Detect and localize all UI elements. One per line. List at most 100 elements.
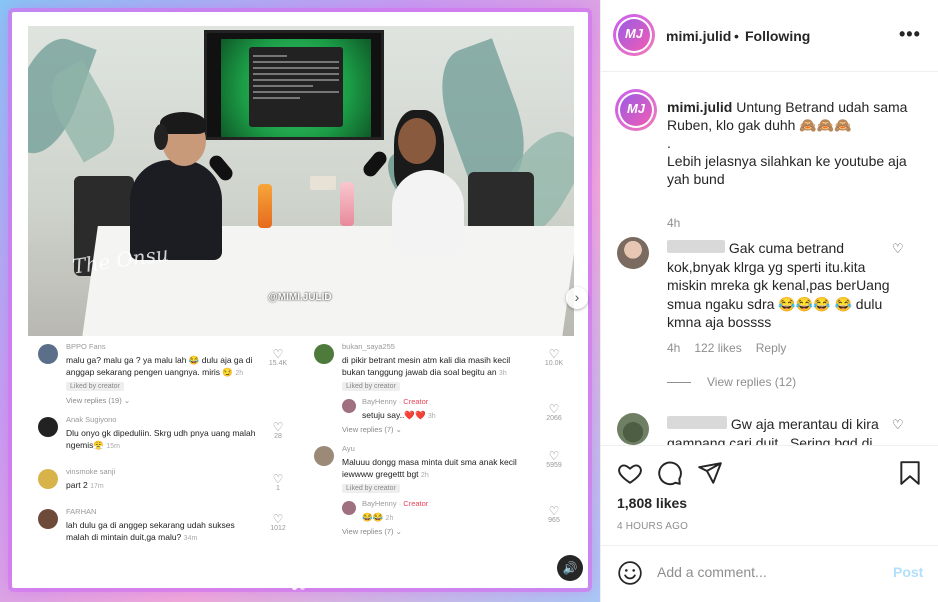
heart-icon: ♡ — [272, 512, 284, 526]
bottle-orange — [258, 184, 272, 228]
comments-screenshot: BPPO Fans malu ga? malu ga ? ya malu lah… — [28, 336, 574, 570]
view-replies: View replies (7) ⌄ — [342, 527, 402, 536]
caption-text: mimi.julid Untung Betrand udah sama Rube… — [667, 99, 908, 187]
comment-like: ♡ 10.0K — [540, 348, 568, 367]
avatar — [38, 469, 58, 489]
tiktok-reply: BayHenny · Creator 😂😂 2h ♡ 965 — [304, 499, 574, 525]
caption-username[interactable]: mimi.julid — [667, 99, 732, 115]
heart-icon: ♡ — [272, 347, 284, 361]
comments-column-right: bukan_saya255 di pikir betrant mesin atm… — [304, 336, 574, 536]
tiktok-comment: Anak Sugiyono Dlu onyo gk dipeduliin. Sk… — [28, 415, 298, 453]
header-separator: • — [734, 28, 739, 44]
tiktok-comment: FARHAN lah dulu ga di anggep sekarang ud… — [28, 507, 298, 545]
header-username[interactable]: mimi.julid — [666, 28, 731, 44]
tiktok-comment: Ayu Maluuu dongg masa minta duit sma ana… — [304, 444, 574, 493]
liked-by-creator-badge: Liked by creator — [342, 484, 400, 493]
heart-icon[interactable]: ♡ — [892, 241, 904, 257]
comment-time[interactable]: 4h — [667, 341, 680, 355]
comment-text: lah dulu ga di anggep sekarang udah suks… — [66, 520, 235, 542]
avatar-logo: MJ — [618, 19, 650, 51]
heart-icon: ♡ — [548, 504, 560, 518]
comment-input[interactable] — [657, 560, 877, 584]
post-header: MJ mimi.julid • Following ••• — [601, 0, 938, 72]
header-avatar[interactable]: MJ — [613, 14, 655, 56]
comment-text: 😂😂 2h — [362, 512, 394, 522]
liked-by-creator-badge: Liked by creator — [342, 382, 400, 391]
avatar — [342, 399, 356, 413]
tissue-box — [310, 176, 336, 190]
comment-author: bukan_saya255 — [342, 342, 395, 351]
comment-like: ♡ 2066 — [540, 403, 568, 422]
view-replies: View replies (19) ⌄ — [66, 396, 131, 405]
chevron-right-icon: › — [574, 289, 580, 305]
comment-text: part 2 17m — [66, 480, 104, 490]
avatar — [314, 344, 334, 364]
avatar[interactable] — [617, 237, 649, 269]
post-media[interactable]: The Onsu @MIMI.JULID BPPO Fans malu ga? … — [0, 0, 600, 602]
heart-icon: ♡ — [272, 472, 284, 486]
comment-author: BPPO Fans — [66, 342, 106, 351]
caption-time[interactable]: 4h — [667, 216, 680, 230]
tiktok-comment: BPPO Fans malu ga? malu ga ? ya malu lah… — [28, 342, 298, 405]
view-replies-button[interactable]: View replies (12) — [667, 375, 796, 389]
comment-author: vinsmoke sanji — [66, 467, 116, 476]
post-time[interactable]: 4 HOURS AGO — [617, 521, 688, 532]
speaker-icon: 🔊 — [562, 561, 578, 575]
view-replies: View replies (7) ⌄ — [342, 425, 402, 434]
blurred-username[interactable]: user — [667, 416, 727, 429]
view-replies-row: View replies (7) ⌄ — [304, 527, 574, 536]
next-slide-button[interactable]: › — [566, 287, 588, 309]
comment-like: ♡ 28 — [264, 421, 292, 440]
comment-text: user Gw aja merantau di kira gampang car… — [667, 416, 879, 445]
add-comment-bar: Post — [601, 545, 938, 602]
emoji-icon[interactable] — [617, 560, 643, 586]
avatar — [38, 509, 58, 529]
comment-bubble-icon[interactable] — [657, 460, 683, 486]
comment-author: FARHAN — [66, 507, 97, 516]
avatar — [38, 417, 58, 437]
comment-like: ♡ 15.4K — [264, 348, 292, 367]
avatar — [314, 446, 334, 466]
save-bookmark-icon[interactable] — [897, 460, 923, 486]
avatar-logo: MJ — [620, 94, 652, 126]
carousel-dot — [300, 585, 305, 590]
post-actions: 1,808 likes 4 HOURS AGO — [601, 445, 938, 545]
more-options-icon[interactable]: ••• — [899, 24, 921, 45]
sound-toggle-button[interactable]: 🔊 — [557, 555, 583, 581]
avatar[interactable] — [617, 413, 649, 445]
comments-scroll[interactable]: MJ mimi.julid Untung Betrand udah sama R… — [601, 73, 938, 445]
heart-icon: ♡ — [548, 347, 560, 361]
caption-avatar[interactable]: MJ — [615, 89, 657, 131]
comment-likes[interactable]: 122 likes — [694, 341, 741, 355]
carousel-dots — [292, 577, 308, 595]
heart-icon: ♡ — [272, 420, 284, 434]
comment-text: setuju say..❤️❤️ 3h — [362, 410, 436, 420]
heart-icon: ♡ — [548, 402, 560, 416]
comment-author: BayHenny · Creator — [362, 397, 429, 406]
comment-like: ♡ 1012 — [264, 513, 292, 532]
avatar — [38, 344, 58, 364]
following-button[interactable]: Following — [745, 28, 810, 44]
avatar — [342, 501, 356, 515]
heart-icon: ♡ — [548, 449, 560, 463]
post-sidebar: MJ mimi.julid • Following ••• MJ mimi.ju… — [600, 0, 938, 602]
likes-count[interactable]: 1,808 likes — [617, 495, 687, 511]
comment-author: Anak Sugiyono — [66, 415, 117, 424]
comment-like: ♡ 5959 — [540, 450, 568, 469]
blurred-username[interactable]: user — [667, 240, 725, 253]
comment-like: ♡ 965 — [540, 505, 568, 524]
heart-icon[interactable]: ♡ — [892, 417, 904, 433]
share-paper-plane-icon[interactable] — [697, 460, 723, 486]
tiktok-comment: vinsmoke sanji part 2 17m ♡ 1 — [28, 467, 298, 493]
comment-text: user Gak cuma betrand kok,bnyak klrga yg… — [667, 240, 890, 330]
post-comment-button[interactable]: Post — [893, 564, 923, 580]
bottle-pink — [340, 182, 354, 226]
person-right — [358, 106, 478, 286]
video-watermark: @MIMI.JULID — [268, 292, 332, 303]
video-frame[interactable]: The Onsu @MIMI.JULID — [28, 26, 574, 336]
carousel-dot — [292, 585, 297, 590]
reply-button[interactable]: Reply — [756, 341, 787, 355]
comment-meta: 4h 122 likes Reply — [667, 341, 800, 355]
comment-author: Ayu — [342, 444, 355, 453]
like-heart-icon[interactable] — [617, 460, 643, 486]
